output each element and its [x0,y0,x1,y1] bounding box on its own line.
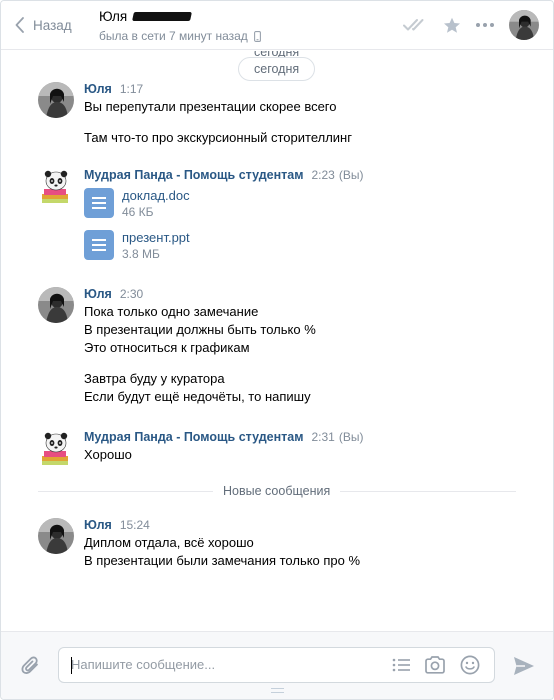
more-dots-icon [476,23,494,27]
message-time[interactable]: 2:31 [311,430,334,444]
chat-window: Назад Юля была в сети 7 минут назад сего… [0,0,554,700]
back-label: Назад [33,17,72,33]
peer-avatar[interactable] [509,10,539,40]
chat-header: Назад Юля была в сети 7 минут назад [1,1,553,50]
template-button[interactable] [392,658,410,672]
composer [1,631,553,699]
file-size: 3.8 МБ [122,247,160,261]
file-name[interactable]: презент.ppt [122,230,190,246]
paperclip-icon [21,656,38,674]
back-button[interactable]: Назад [15,13,72,37]
peer-status: была в сети 7 минут назад [99,29,248,43]
message-time[interactable]: 2:30 [120,287,143,301]
redaction-mark [132,12,193,21]
file-attachment[interactable]: презент.ppt 3.8 МБ [84,230,524,262]
send-icon [514,657,534,675]
you-label: (Вы) [338,430,364,444]
document-icon [84,230,114,260]
message-text: Если будут ещё недочёты, то напишу [84,389,311,404]
avatar[interactable] [38,518,74,554]
message-text: Завтра буду у куратора [84,371,225,386]
smile-icon [460,655,480,675]
message-text: Хорошо [84,447,132,462]
author-name[interactable]: Юля [84,287,112,301]
peer-info[interactable]: Юля была в сети 7 минут назад [99,9,261,43]
message-time[interactable]: 15:24 [120,518,150,532]
avatar[interactable] [38,287,74,323]
panda-avatar[interactable] [38,430,74,466]
message-text: Пока только одно замечание [84,304,259,319]
peer-name: Юля [99,9,128,24]
message-text: Там что-то про экскурсионный сторителлин… [84,130,352,145]
author-name[interactable]: Мудрая Панда - Помощь студентам [84,430,303,444]
author-name[interactable]: Юля [84,82,112,96]
avatar[interactable] [38,82,74,118]
message-time[interactable]: 1:17 [120,82,143,96]
attach-button[interactable] [21,655,41,680]
favorite-button[interactable] [443,17,461,34]
panda-avatar[interactable] [38,168,74,204]
text-caret [71,657,72,674]
message-text: В презентации были замечания только про … [84,553,361,568]
chevron-left-icon [15,17,24,33]
avatar-photo [509,10,539,40]
mobile-icon [253,30,261,42]
camera-icon [425,656,445,674]
list-icon [392,658,410,672]
new-messages-label: Новые сообщения [213,484,341,498]
resize-handle[interactable] [271,688,284,693]
file-size: 46 КБ [122,205,154,219]
message-input-box[interactable] [58,647,495,683]
author-name[interactable]: Юля [84,518,112,532]
message-text: Вы перепутали презентации скорее всего [84,99,337,114]
more-button[interactable] [475,22,495,28]
document-icon [84,188,114,218]
file-attachment[interactable]: доклад.doc 46 КБ [84,188,524,220]
message-text: Это относиться к графикам [84,340,250,355]
date-pill: сегодня [238,57,316,81]
send-button[interactable] [513,656,535,679]
message-history[interactable]: сегодня сегодня Юля 1:17 Вы перепутали п… [1,51,553,631]
star-icon [444,17,460,33]
file-name[interactable]: доклад.doc [122,188,190,204]
you-label: (Вы) [338,168,364,182]
emoji-button[interactable] [460,655,480,675]
double-check-icon [403,19,424,31]
author-name[interactable]: Мудрая Панда - Помощь студентам [84,168,303,182]
read-all-button[interactable] [403,18,429,32]
message-input[interactable] [71,657,371,672]
message-text: Диплом отдала, всё хорошо [84,535,254,550]
photo-button[interactable] [424,656,446,674]
message-time[interactable]: 2:23 [311,168,334,182]
message-text: В презентации должны быть только % [84,322,316,337]
